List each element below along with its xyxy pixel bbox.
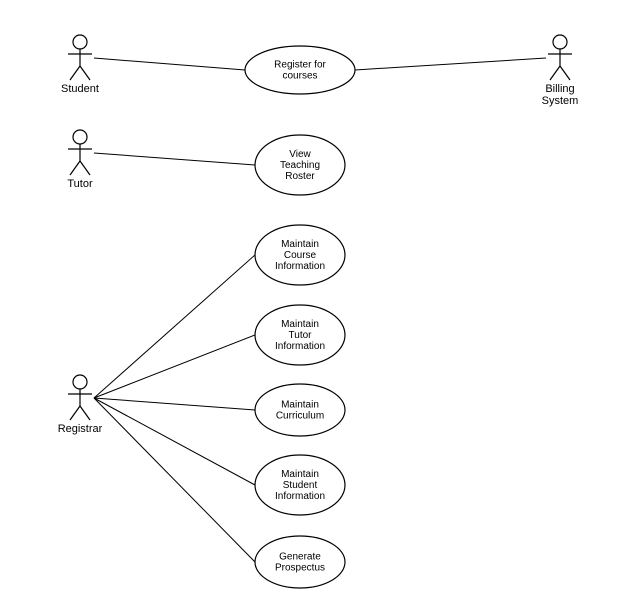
- usecase-prospectus: GenerateProspectus: [255, 536, 345, 588]
- edge-registrar-prospectus: [94, 398, 255, 562]
- actor-billing: BillingSystem: [542, 35, 579, 107]
- usecase-register: Register forcourses: [245, 46, 355, 94]
- actor-registrar: Registrar: [58, 375, 103, 435]
- usecase-mstudent: MaintainStudentInformation: [255, 455, 345, 515]
- usecases-layer: Register forcourses ViewTeachingRoster Mai…: [245, 46, 355, 588]
- edge-billing-register: [355, 58, 546, 70]
- actor-billing-label: BillingSystem: [542, 83, 579, 107]
- edge-registrar-mstudent: [94, 398, 255, 485]
- actor-registrar-label: Registrar: [58, 423, 103, 435]
- actor-tutor-label: Tutor: [67, 178, 93, 190]
- edge-tutor-view: [94, 153, 255, 165]
- usecase-mcurric: MaintainCurriculum: [255, 384, 345, 436]
- actor-student-label: Student: [61, 83, 99, 95]
- usecase-mtutor: MaintainTutorInformation: [255, 305, 345, 365]
- usecase-view: ViewTeachingRoster: [255, 135, 345, 195]
- usecase-prospectus-label: GenerateProspectus: [275, 551, 325, 573]
- actor-student: Student: [61, 35, 99, 95]
- use-case-diagram: Register forcourses ViewTeachingRoster Mai…: [0, 0, 621, 602]
- edge-registrar-mcurric: [94, 398, 255, 410]
- edge-registrar-mcourse: [94, 255, 255, 398]
- edge-student-register: [94, 58, 245, 70]
- edge-registrar-mtutor: [94, 335, 255, 398]
- actor-tutor: Tutor: [67, 130, 93, 190]
- usecase-mcourse: MaintainCourseInformation: [255, 225, 345, 285]
- usecase-mcurric-label: MaintainCurriculum: [276, 399, 324, 421]
